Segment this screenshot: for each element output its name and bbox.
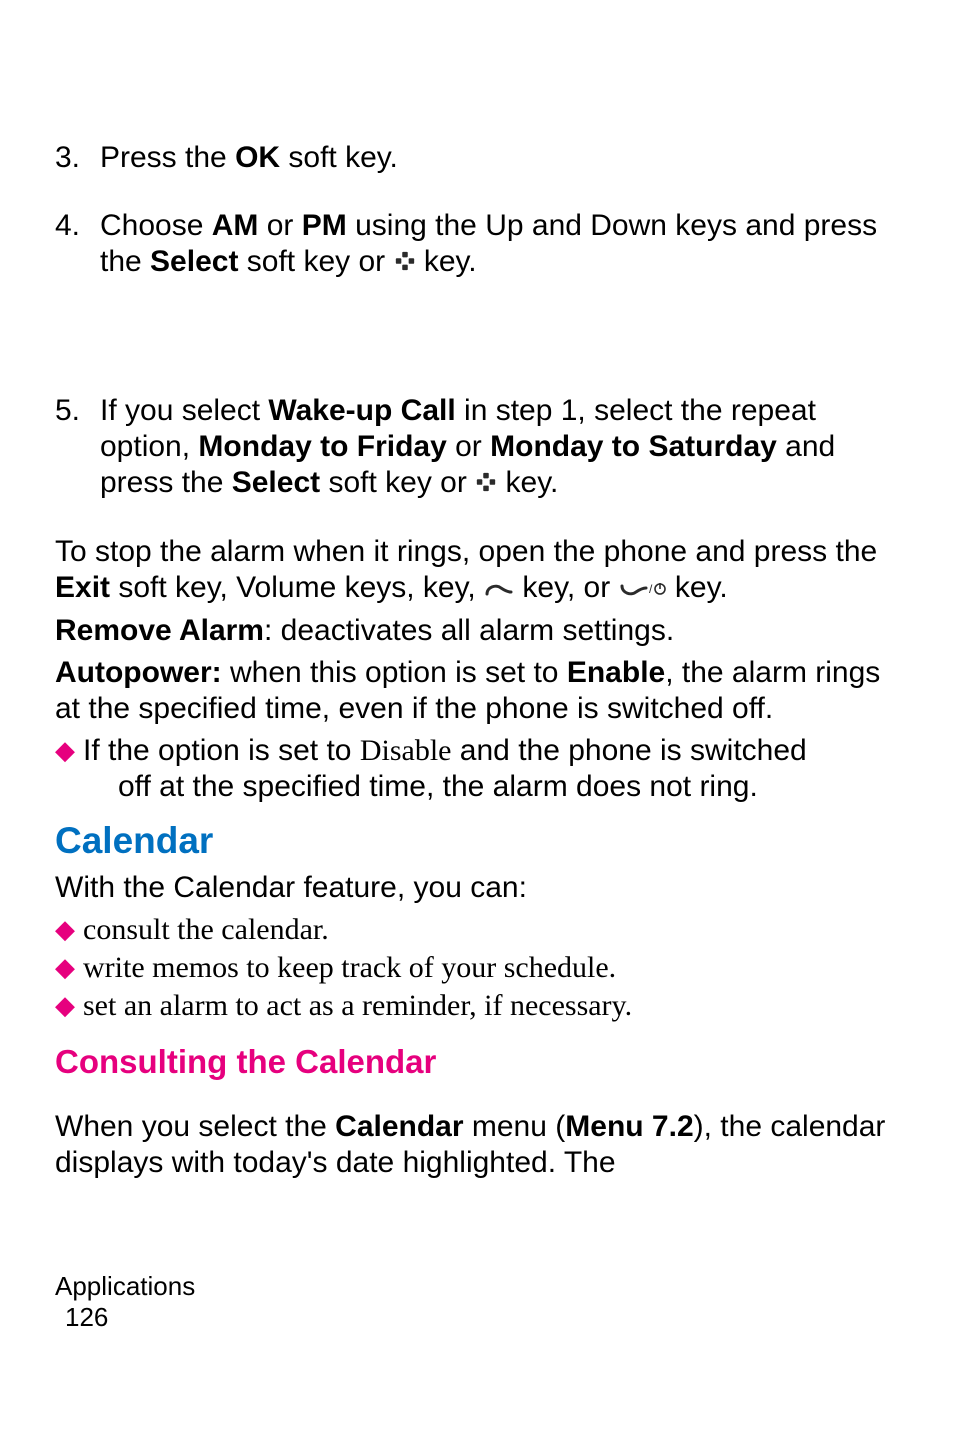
text: : deactivates all alarm settings.: [264, 614, 674, 647]
text: when this option is set to: [222, 656, 567, 689]
calendar-bullet-1: ◆ consult the calendar.: [55, 912, 899, 948]
calendar-heading: Calendar: [55, 819, 899, 863]
diamond-bullet-icon: ◆: [55, 988, 83, 1024]
footer-page-number: 126: [55, 1302, 899, 1333]
text: key.: [497, 466, 558, 499]
text-bold: Select: [232, 466, 320, 499]
step-text: Press the OK soft key.: [100, 140, 899, 176]
consulting-calendar-heading: Consulting the Calendar: [55, 1042, 899, 1082]
diamond-bullet-icon: ◆: [55, 912, 83, 948]
text-bold: Wake-up Call: [268, 394, 455, 427]
disable-note-bullet: ◆ If the option is set to Disable and th…: [55, 733, 899, 805]
diamond-bullet-icon: ◆: [55, 733, 83, 805]
footer-section-title: Applications: [55, 1271, 899, 1302]
text-bold: Calendar: [335, 1110, 463, 1143]
text-bold: Autopower:: [55, 656, 222, 689]
text: menu (: [464, 1110, 566, 1143]
dpad-icon: [394, 245, 416, 281]
step-number: 5.: [55, 393, 100, 502]
step-5: 5. If you select Wake-up Call in step 1,…: [55, 393, 899, 502]
text: and the phone is switched: [451, 734, 806, 767]
text: soft key, Volume keys, key,: [110, 571, 484, 604]
page-footer: Applications 126: [55, 1271, 899, 1333]
dpad-icon: [475, 466, 497, 502]
remove-alarm-paragraph: Remove Alarm: deactivates all alarm sett…: [55, 613, 899, 649]
step-4: 4. Choose AM or PM using the Up and Down…: [55, 208, 899, 281]
text: soft key.: [280, 141, 398, 174]
consulting-calendar-paragraph: When you select the Calendar menu (Menu …: [55, 1109, 899, 1181]
calendar-intro: With the Calendar feature, you can:: [55, 870, 899, 906]
text: soft key or: [320, 466, 475, 499]
text: or: [447, 430, 490, 463]
text-bold: OK: [235, 141, 280, 174]
bullet-text: consult the calendar.: [83, 912, 899, 948]
text: If you select: [100, 394, 268, 427]
text: Choose: [100, 209, 212, 242]
text: When you select the: [55, 1110, 335, 1143]
autopower-paragraph: Autopower: when this option is set to En…: [55, 655, 899, 727]
step-text: If you select Wake-up Call in step 1, se…: [100, 393, 899, 502]
text-serif: Disable: [360, 734, 452, 767]
text-bold: Monday to Friday: [198, 430, 446, 463]
bullet-text: If the option is set to Disable and the …: [83, 733, 899, 805]
diamond-bullet-icon: ◆: [55, 950, 83, 986]
text: key, or: [514, 571, 618, 604]
step-number: 4.: [55, 208, 100, 281]
text: or: [258, 209, 301, 242]
text: If the option is set to: [83, 734, 360, 767]
text: soft key or: [238, 245, 393, 278]
stop-alarm-paragraph: To stop the alarm when it rings, open th…: [55, 534, 899, 607]
text-bold: Menu 7.2: [565, 1110, 693, 1143]
text-bold: Exit: [55, 571, 110, 604]
text-bold: AM: [212, 209, 259, 242]
text-bold: Select: [150, 245, 238, 278]
text: Press the: [100, 141, 235, 174]
calendar-bullet-3: ◆ set an alarm to act as a reminder, if …: [55, 988, 899, 1024]
svg-text:/: /: [649, 582, 653, 596]
bullet-text: set an alarm to act as a reminder, if ne…: [83, 988, 899, 1024]
text: off at the specified time, the alarm doe…: [118, 770, 758, 803]
end-power-key-icon: /: [619, 571, 667, 607]
bullet-text: write memos to keep track of your schedu…: [83, 950, 899, 986]
calendar-bullet-2: ◆ write memos to keep track of your sche…: [55, 950, 899, 986]
step-text: Choose AM or PM using the Up and Down ke…: [100, 208, 899, 281]
send-key-icon: [484, 571, 514, 607]
step-3: 3. Press the OK soft key.: [55, 140, 899, 176]
text: key.: [667, 571, 728, 604]
text: key.: [416, 245, 477, 278]
text-bold: Monday to Saturday: [490, 430, 777, 463]
text: To stop the alarm when it rings, open th…: [55, 535, 877, 568]
text-bold: PM: [302, 209, 347, 242]
step-number: 3.: [55, 140, 100, 176]
text-bold: Remove Alarm: [55, 614, 264, 647]
text-bold: Enable: [567, 656, 665, 689]
